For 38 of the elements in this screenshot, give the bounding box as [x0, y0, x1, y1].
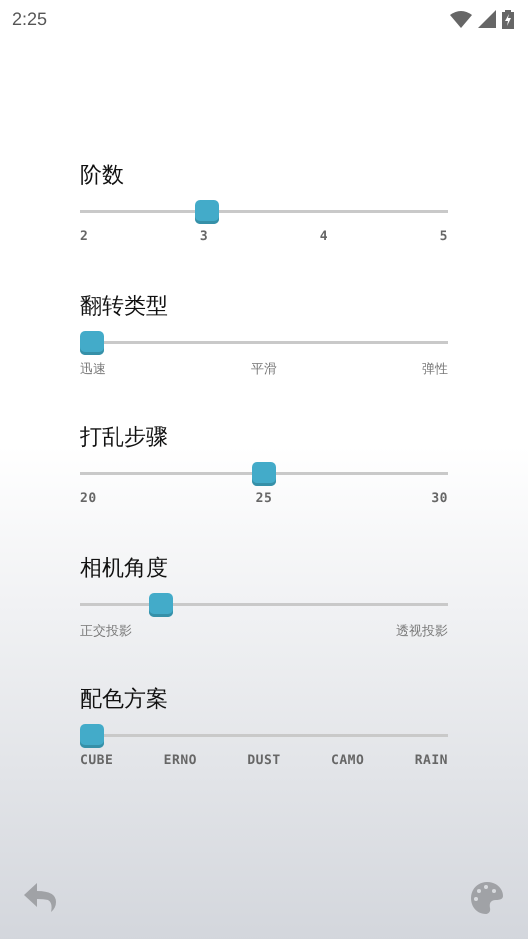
battery-charging-icon	[502, 10, 514, 28]
tick-label: 5	[440, 229, 448, 244]
status-time: 2:25	[12, 8, 48, 30]
slider-thumb[interactable]	[148, 593, 173, 617]
slider-thumb[interactable]	[80, 724, 104, 748]
slider-track[interactable]	[80, 331, 448, 355]
slider-thumb[interactable]	[252, 462, 276, 486]
tick-label: 平滑	[251, 361, 277, 378]
setting-title: 阶数	[80, 162, 125, 190]
tick-label: CAMO	[331, 753, 364, 768]
tick-label: 透视投影	[396, 623, 448, 640]
slider-thumb[interactable]	[80, 331, 104, 355]
tick-label: 2	[80, 229, 88, 244]
slider-thumb[interactable]	[194, 200, 219, 224]
tick-label: RAIN	[414, 753, 448, 768]
slider-track[interactable]	[80, 462, 448, 486]
tick-label: ERNO	[164, 753, 197, 768]
tick-label: 30	[431, 491, 448, 506]
slider-track[interactable]	[80, 593, 448, 617]
setting-title: 相机角度	[80, 555, 169, 583]
undo-icon[interactable]	[24, 883, 58, 913]
palette-icon[interactable]	[470, 881, 504, 915]
setting-title: 打乱步骤	[80, 424, 169, 452]
tick-label: 正交投影	[80, 623, 132, 640]
tick-label: 3	[200, 229, 208, 244]
setting-title: 翻转类型	[80, 293, 169, 321]
slider-track[interactable]	[80, 200, 448, 224]
tick-label: 弹性	[422, 361, 448, 378]
tick-label: CUBE	[80, 753, 114, 768]
signal-icon	[478, 10, 496, 28]
wifi-icon	[450, 10, 472, 28]
tick-label: 4	[320, 229, 328, 244]
setting-title: 配色方案	[80, 686, 169, 714]
tick-label: 迅速	[80, 361, 106, 378]
tick-label: 25	[256, 491, 272, 506]
tick-label: 20	[80, 491, 97, 506]
slider-track[interactable]	[80, 724, 448, 748]
tick-label: DUST	[247, 753, 281, 768]
